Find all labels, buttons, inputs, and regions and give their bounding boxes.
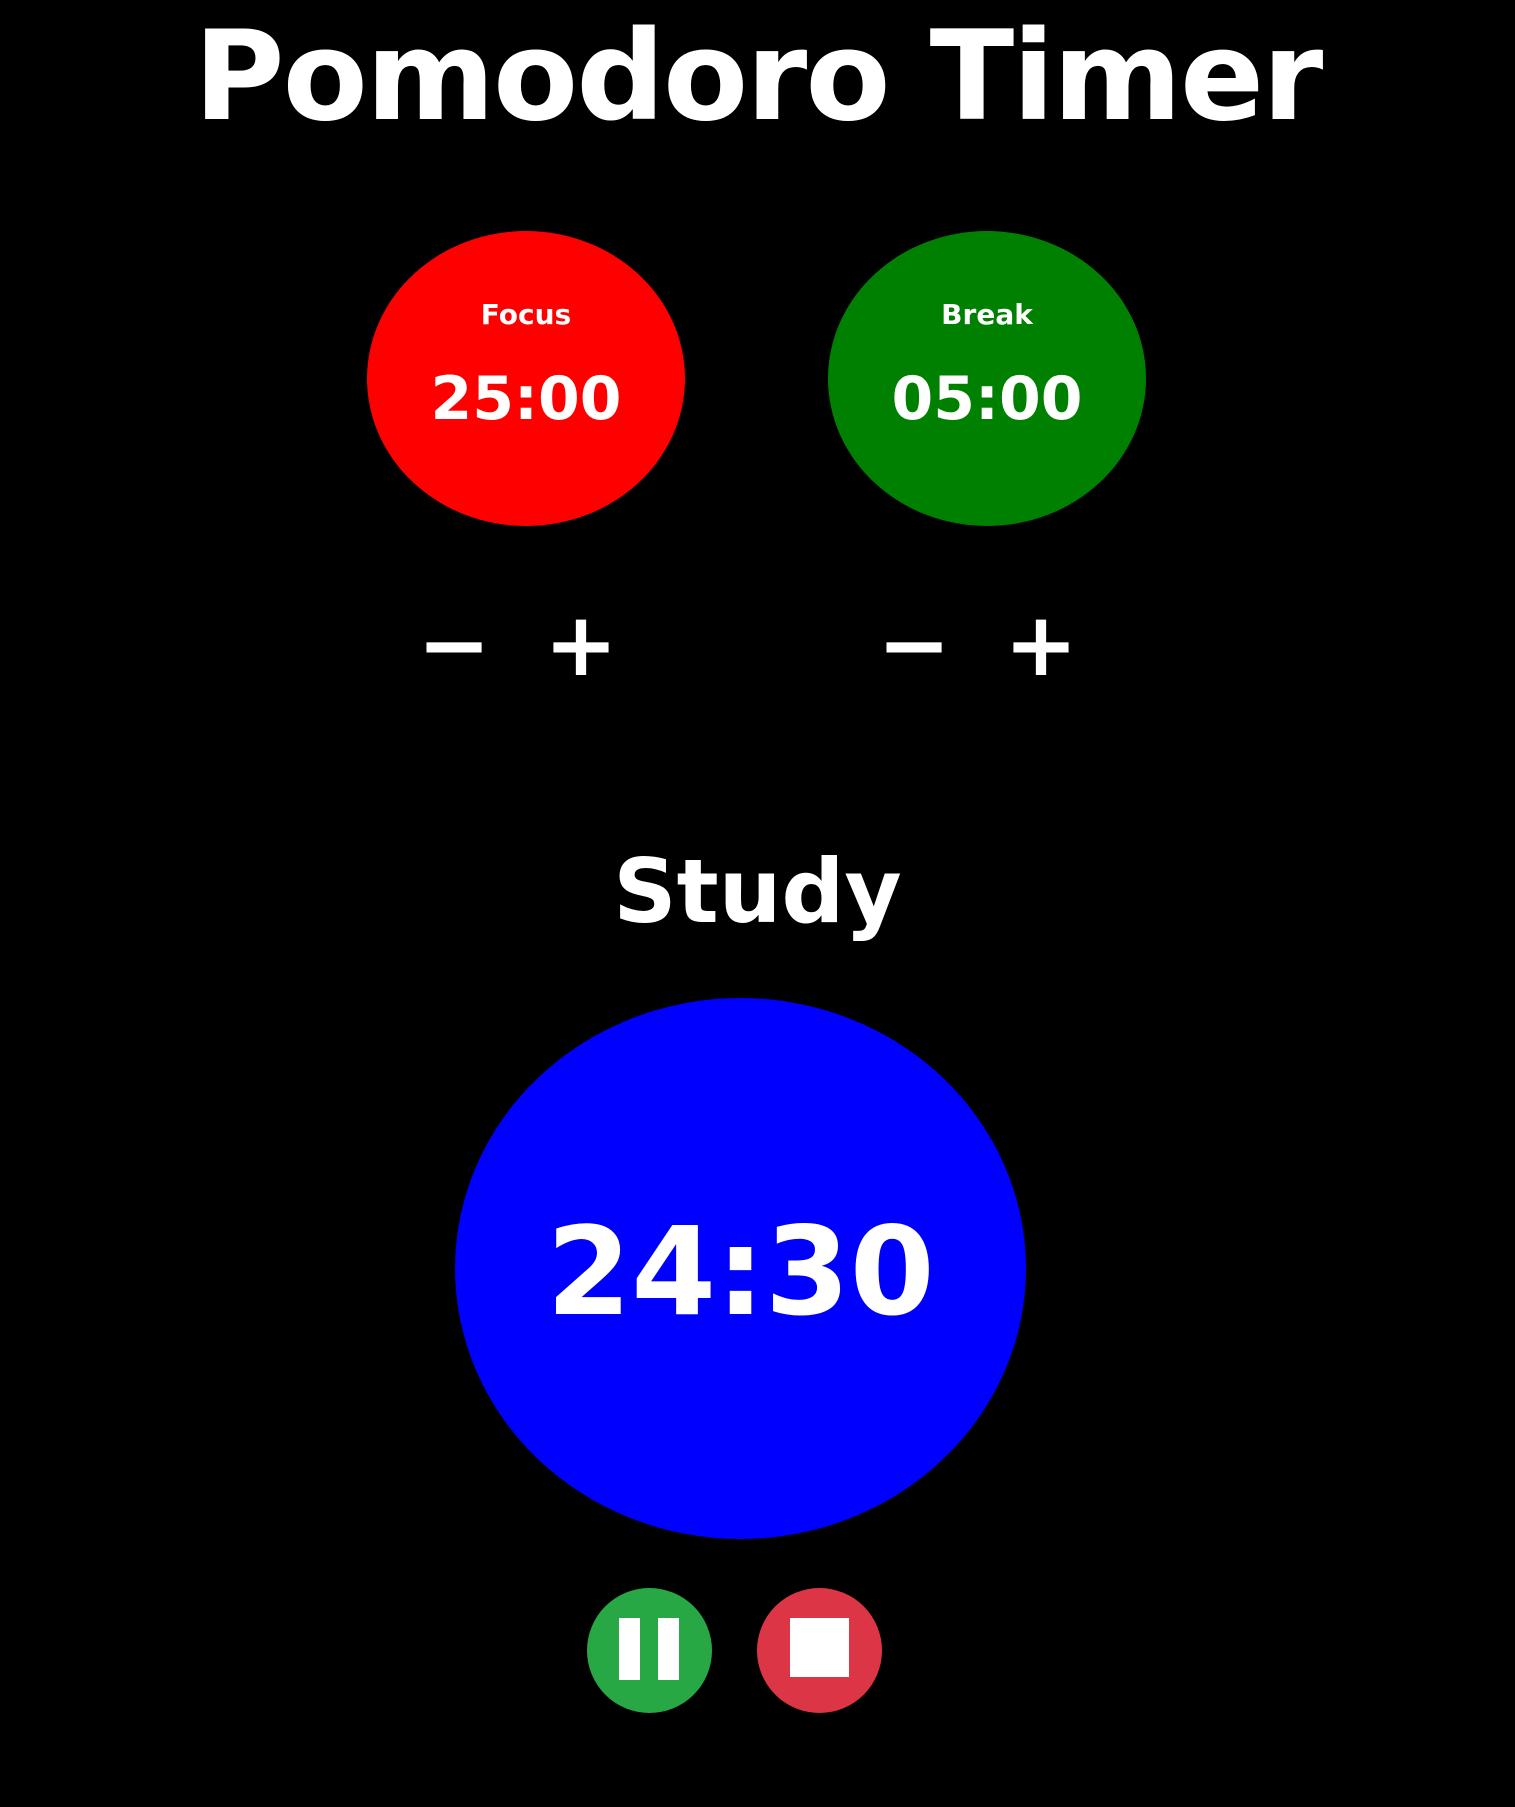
main-timer-value: 24:30	[546, 1201, 935, 1343]
focus-setting-circle: Focus 25:00	[367, 231, 685, 526]
break-label: Break	[941, 298, 1033, 331]
focus-label: Focus	[480, 298, 572, 331]
break-setting-circle: Break 05:00	[828, 231, 1146, 526]
break-increment-button[interactable]: +	[1001, 601, 1081, 689]
app-title: Pomodoro Timer	[193, 5, 1323, 149]
focus-duration-value: 25:00	[430, 364, 622, 434]
break-decrement-button[interactable]: −	[874, 601, 954, 689]
session-label: Study	[613, 840, 902, 943]
stop-button[interactable]	[757, 1588, 882, 1713]
main-timer-circle: 24:30	[455, 998, 1026, 1539]
focus-increment-button[interactable]: +	[541, 601, 621, 689]
focus-decrement-button[interactable]: −	[414, 601, 494, 689]
break-duration-value: 05:00	[891, 364, 1083, 434]
pause-button[interactable]	[587, 1588, 712, 1713]
